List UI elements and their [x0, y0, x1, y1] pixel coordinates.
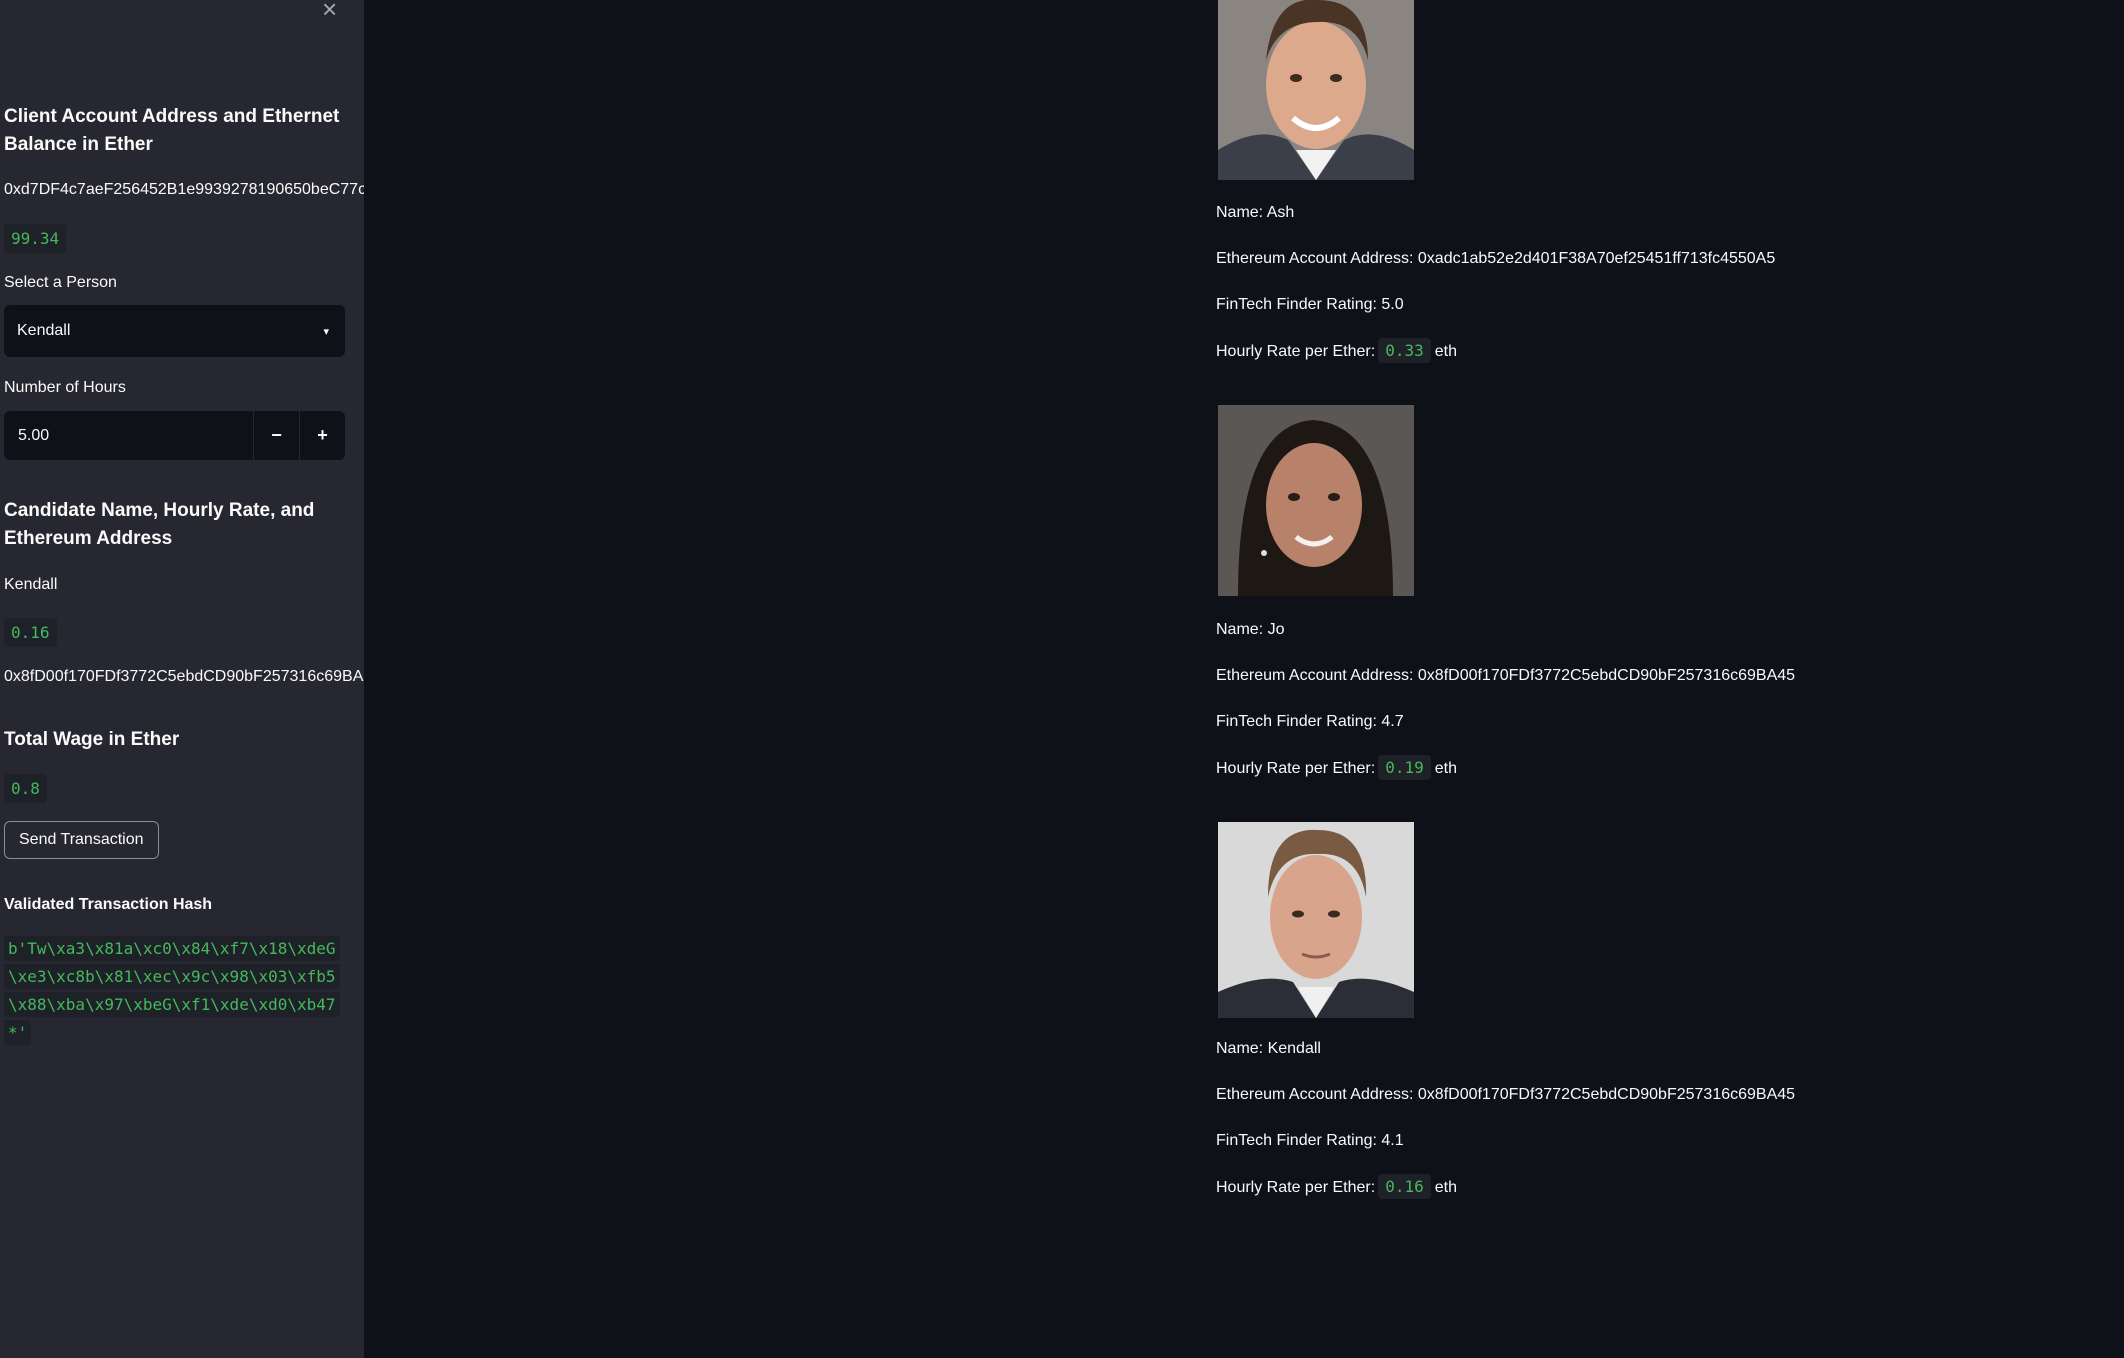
close-icon[interactable]: ×: [322, 0, 337, 22]
candidate-rate-row-jo: Hourly Rate per Ether: 0.19 eth: [1216, 755, 1457, 780]
candidate-address-jo: Ethereum Account Address: 0x8fD00f170FDf…: [1216, 667, 1796, 684]
transaction-hash: b'Tw\xa3\x81a\xc0\x84\xf7\x18\xdeG\xe3\x…: [4, 935, 346, 1047]
rate-label: Hourly Rate per Ether:: [1216, 760, 1376, 777]
candidate-name-kendall: Name: Kendall: [1216, 1040, 1321, 1057]
total-wage-heading: Total Wage in Ether: [4, 729, 180, 750]
total-wage-value: 0.8: [4, 774, 47, 803]
chevron-down-icon: ▾: [323, 325, 329, 338]
candidate-address-kendall: Ethereum Account Address: 0x8fD00f170FDf…: [1216, 1086, 1796, 1103]
rate-unit: eth: [1434, 343, 1457, 360]
candidate-address: 0x8fD00f170FDf3772C5ebdCD90bF257316c69BA: [4, 668, 364, 685]
hours-label: Number of Hours: [4, 379, 126, 396]
candidate-name-jo: Name: Jo: [1216, 621, 1285, 638]
sidebar: × Client Account Address and Ethernet Ba…: [0, 0, 364, 1358]
candidate-name-ash: Name: Ash: [1216, 204, 1295, 221]
rate-value: 0.19: [1378, 755, 1431, 780]
candidate-photo-ash: [1218, 0, 1414, 180]
decrement-button[interactable]: −: [253, 411, 299, 460]
candidate-heading: Candidate Name, Hourly Rate, and Ethereu…: [4, 500, 315, 549]
client-balance: 99.34: [4, 224, 67, 253]
rate-unit: eth: [1434, 1179, 1457, 1196]
select-person-label: Select a Person: [4, 274, 117, 291]
hours-input[interactable]: [4, 411, 253, 460]
candidate-rating-kendall: FinTech Finder Rating: 4.1: [1216, 1132, 1404, 1149]
candidate-name: Kendall: [4, 576, 58, 593]
candidate-rate-row-kendall: Hourly Rate per Ether: 0.16 eth: [1216, 1174, 1457, 1199]
transaction-hash-value: b'Tw\xa3\x81a\xc0\x84\xf7\x18\xdeG\xe3\x…: [4, 936, 340, 1045]
rate-label: Hourly Rate per Ether:: [1216, 1179, 1376, 1196]
rate-label: Hourly Rate per Ether:: [1216, 343, 1376, 360]
candidate-rating-ash: FinTech Finder Rating: 5.0: [1216, 296, 1404, 313]
send-transaction-button[interactable]: Send Transaction: [4, 821, 159, 859]
person-select-value: Kendall: [17, 322, 71, 339]
rate-value: 0.16: [1378, 1174, 1431, 1199]
candidate-photo-kendall: [1218, 822, 1414, 1018]
rate-unit: eth: [1434, 760, 1457, 777]
client-heading: Client Account Address and Ethernet Bala…: [4, 106, 340, 155]
client-address: 0xd7DF4c7aeF256452B1e9939278190650beC77c: [4, 181, 364, 198]
candidate-rate: 0.16: [4, 618, 57, 647]
candidate-rating-jo: FinTech Finder Rating: 4.7: [1216, 713, 1404, 730]
rate-value: 0.33: [1378, 338, 1431, 363]
candidate-address-ash: Ethereum Account Address: 0xadc1ab52e2d4…: [1216, 250, 1776, 267]
increment-button[interactable]: +: [299, 411, 345, 460]
candidate-rate-row-ash: Hourly Rate per Ether: 0.33 eth: [1216, 338, 1457, 363]
candidate-photo-jo: [1218, 405, 1414, 596]
hours-stepper: − +: [4, 411, 345, 460]
person-select[interactable]: Kendall ▾: [4, 305, 345, 357]
hash-label: Validated Transaction Hash: [4, 896, 213, 913]
